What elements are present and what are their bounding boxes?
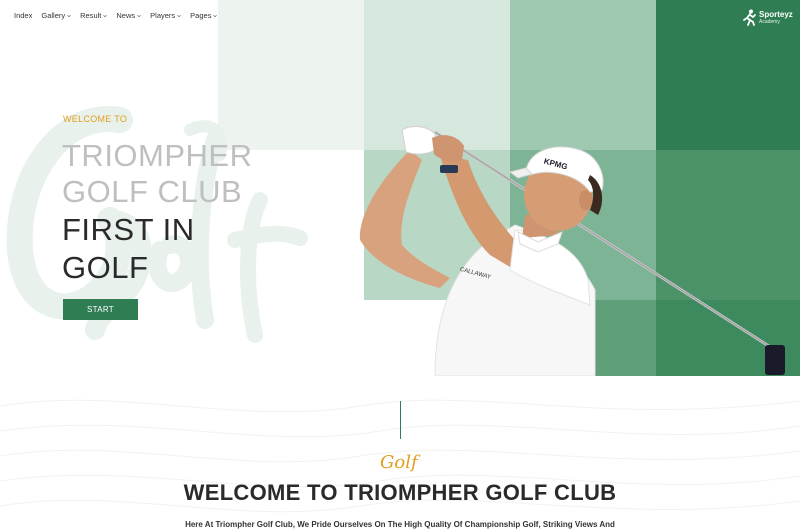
nav-item-label: Players [150, 11, 176, 20]
hero-title-line: TRIOMPHER [62, 138, 253, 173]
chevron-down-icon [137, 14, 141, 17]
chevron-down-icon [177, 14, 181, 17]
chevron-down-icon [213, 14, 218, 17]
start-button[interactable]: START [63, 299, 138, 320]
nav-item-gallery[interactable]: Gallery [41, 11, 71, 20]
brand-logo[interactable]: Sporteyz Academy [741, 9, 793, 27]
nav-item-pages[interactable]: Pages [190, 11, 218, 20]
nav-item-label: Index [14, 11, 33, 20]
hero-title-line: GOLF [62, 250, 149, 285]
chevron-down-icon [67, 14, 71, 17]
main-nav: Index Gallery Result News Players Pages [14, 11, 226, 20]
nav-item-label: Pages [190, 11, 212, 20]
intro-script-word: Golf [380, 452, 418, 473]
nav-item-label: Result [80, 11, 102, 20]
intro-title: WELCOME TO TRIOMPHER GOLF CLUB [183, 480, 617, 505]
runner-logo-icon [743, 9, 756, 26]
hero-title-line: FIRST IN [62, 212, 195, 247]
nav-item-label: Gallery [41, 11, 66, 20]
nav-item-news[interactable]: News [116, 11, 141, 20]
golfer-photo: KPMG CALLAWAY [359, 126, 785, 376]
nav-item-result[interactable]: Result [80, 11, 108, 20]
hero-title-line: GOLF CLUB [62, 174, 243, 209]
brand-name: Sporteyz [759, 10, 793, 19]
nav-item-players[interactable]: Players [150, 11, 181, 20]
divider-line [400, 401, 401, 439]
brand-subtitle: Academy [759, 19, 780, 25]
chevron-down-icon [103, 14, 108, 17]
hero-kicker: WELCOME TO [63, 114, 128, 124]
nav-item-index[interactable]: Index [14, 11, 32, 20]
intro-description: Here At Triompher Golf Club, We Pride Ou… [185, 520, 615, 529]
nav-item-label: News [116, 11, 136, 20]
